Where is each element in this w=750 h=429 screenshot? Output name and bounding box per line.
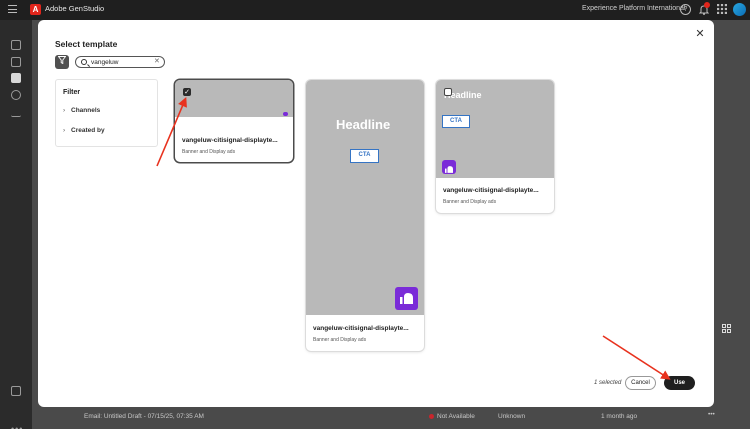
home-icon[interactable] <box>11 40 21 50</box>
help-icon[interactable]: ? <box>680 4 691 15</box>
grid-view-icon[interactable] <box>722 324 731 333</box>
app-title: Adobe GenStudio <box>45 4 105 13</box>
table-row[interactable]: Email: Untitled Draft - 07/15/25, 07:35 … <box>38 407 750 427</box>
thumbnail-headline: Headline <box>336 117 391 132</box>
content-icon[interactable] <box>11 90 21 100</box>
brand-logo-icon <box>395 287 418 310</box>
template-name: vangeluw-citisignal-displayte... <box>443 187 539 194</box>
brand-logo-icon <box>283 112 288 116</box>
top-bar: A Adobe GenStudio Experience Platform In… <box>0 0 750 20</box>
template-name: vangeluw-citisignal-displayte... <box>182 137 278 144</box>
more-options-icon[interactable]: ••• <box>11 424 23 429</box>
templates-icon[interactable] <box>11 57 21 67</box>
insights-icon[interactable] <box>11 107 21 117</box>
create-icon[interactable] <box>11 73 21 83</box>
org-switcher[interactable]: Experience Platform International <box>582 5 686 12</box>
draft-name: Email: Untitled Draft - 07/15/25, 07:35 … <box>84 413 204 420</box>
template-card[interactable]: Headline CTA vangeluw-citisignal-display… <box>306 80 424 351</box>
row-more-icon[interactable]: ••• <box>708 411 715 418</box>
search-icon <box>81 59 87 65</box>
user-avatar[interactable] <box>733 3 746 16</box>
filter-heading: Filter <box>63 89 81 96</box>
template-thumbnail <box>306 80 424 315</box>
apps-grid-icon[interactable] <box>716 4 727 15</box>
template-type: Banner and Display ads <box>313 337 367 343</box>
notification-badge <box>704 2 710 8</box>
thumbnail-cta: CTA <box>350 149 379 163</box>
close-icon[interactable]: ✕ <box>693 27 707 41</box>
select-template-dialog: Select template ✕ ✕ Filter ›Channels ›Cr… <box>38 20 714 407</box>
brand-logo-icon <box>442 160 456 174</box>
clear-search-icon[interactable]: ✕ <box>154 57 160 67</box>
chevron-right-icon: › <box>63 107 66 114</box>
template-card[interactable]: Headline CTA vangeluw-citisignal-display… <box>436 80 554 213</box>
template-name: vangeluw-citisignal-displayte... <box>313 325 409 332</box>
filter-created-by[interactable]: › Created by <box>63 127 105 134</box>
status-badge: Not Available <box>429 413 475 420</box>
template-thumbnail <box>175 80 293 117</box>
template-checkbox[interactable]: ✓ <box>183 88 191 96</box>
filter-channels[interactable]: › Channels <box>63 107 100 114</box>
cancel-button[interactable]: Cancel <box>625 376 656 390</box>
left-nav-rail: ••• <box>0 20 32 429</box>
modified-cell: 1 month ago <box>601 413 638 420</box>
template-card[interactable]: ✓ vangeluw-citisignal-displayte... Banne… <box>175 80 293 162</box>
status-dot-icon <box>429 413 434 419</box>
filter-toggle-button[interactable] <box>55 55 69 69</box>
adobe-logo-icon: A <box>30 4 41 15</box>
selected-count: 1 selected <box>594 380 622 386</box>
shield-icon[interactable] <box>11 386 21 396</box>
search-field[interactable]: ✕ <box>75 56 165 68</box>
chevron-right-icon: › <box>63 127 66 134</box>
filter-panel: Filter › Channels › Created by <box>55 79 158 147</box>
thumbnail-cta: CTA <box>442 115 470 128</box>
template-type: Banner and Display ads <box>443 199 497 205</box>
hamburger-menu-icon[interactable] <box>8 5 17 13</box>
search-input[interactable] <box>91 58 151 67</box>
template-checkbox[interactable] <box>444 88 452 96</box>
use-button[interactable]: Use <box>664 376 695 390</box>
dialog-title: Select template <box>55 39 118 49</box>
owner-cell: Unknown <box>498 413 526 420</box>
template-type: Banner and Display ads <box>182 149 236 155</box>
